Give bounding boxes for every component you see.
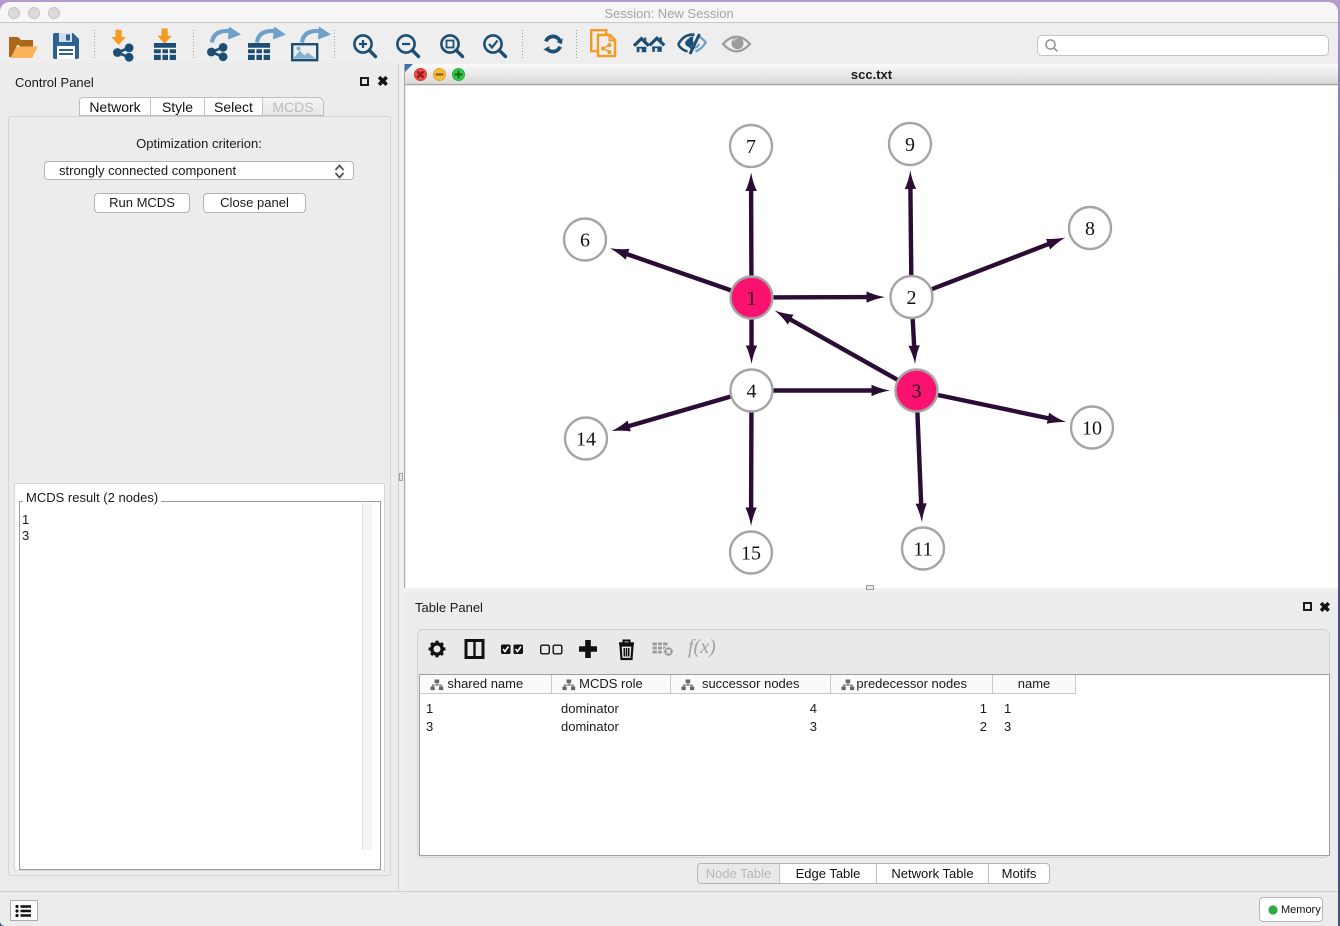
svg-text:3: 3 bbox=[912, 381, 922, 403]
svg-text:7: 7 bbox=[746, 136, 756, 158]
svg-text:11: 11 bbox=[913, 539, 932, 561]
svg-text:14: 14 bbox=[576, 429, 596, 451]
svg-text:8: 8 bbox=[1085, 218, 1095, 240]
svg-text:2: 2 bbox=[907, 287, 917, 309]
svg-text:9: 9 bbox=[905, 134, 915, 156]
svg-text:1: 1 bbox=[747, 288, 757, 310]
svg-text:15: 15 bbox=[741, 543, 761, 565]
svg-text:4: 4 bbox=[747, 381, 757, 403]
svg-text:10: 10 bbox=[1082, 418, 1102, 440]
svg-text:6: 6 bbox=[580, 230, 590, 252]
